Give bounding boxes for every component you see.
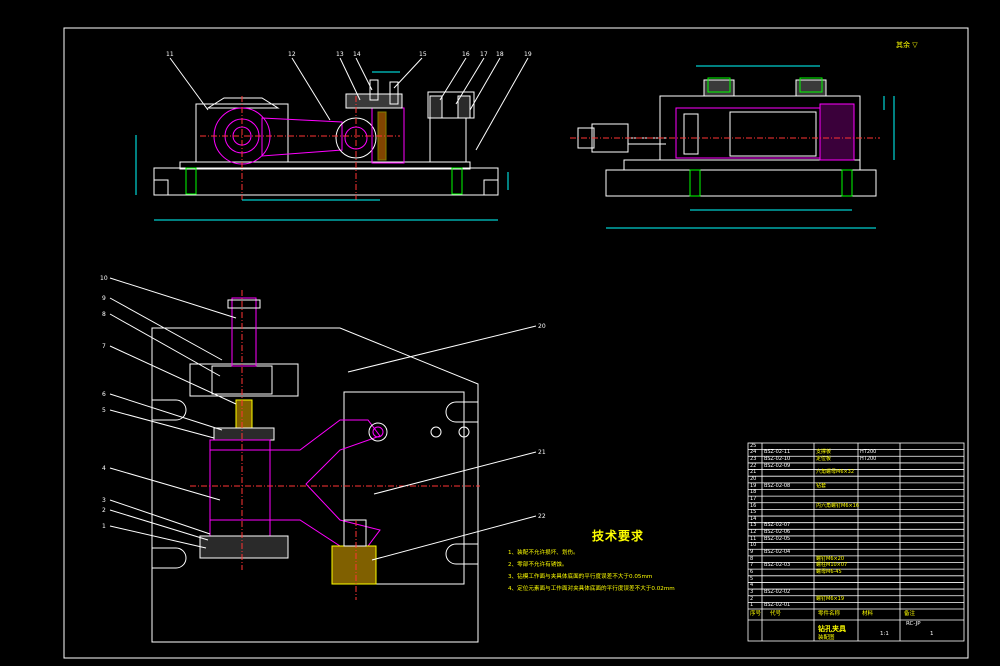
bom-cell-no: 18 — [750, 489, 757, 496]
bom-cell-code: BSZ-02-07 — [764, 522, 791, 529]
balloon-10: 10 — [100, 275, 108, 282]
bom-cell-no: 19 — [750, 482, 757, 489]
balloon-14: 14 — [353, 51, 361, 58]
bom-cell-no: 7 — [750, 562, 754, 569]
bom-cell-name: 螺柱M10×07 — [816, 562, 848, 569]
bom-cell-no: 6 — [750, 568, 754, 575]
bom-cell-name: 定位板 — [816, 456, 832, 463]
balloon-20: 20 — [538, 323, 546, 330]
bom-cell-no: 10 — [750, 542, 757, 549]
bom-cell-code: BSZ-02-02 — [764, 588, 791, 595]
drawing-title: 钻孔夹具 — [818, 625, 846, 633]
tech-requirement-1: 1、装配不允许损坏、划伤。 — [508, 550, 579, 556]
bom-cell-material: HT200 — [860, 456, 877, 463]
tech-requirement-4: 4、定位元素面与工作面对夹具体底面的平行度误差不大于0.02mm — [508, 586, 675, 592]
bom-cell-code: BSZ-02-08 — [764, 482, 791, 489]
balloon-11: 11 — [166, 51, 174, 58]
cad-drawing-canvas: 11 12 13 14 15 16 17 18 19 10 9 8 7 6 5 … — [0, 0, 1000, 666]
bom-cell-code: BSZ-02-04 — [764, 549, 791, 556]
bom-cell-code: BSZ-02-03 — [764, 562, 791, 569]
tech-requirement-2: 2、零部不允许有锈蚀。 — [508, 562, 568, 568]
bom-cell-no: 20 — [750, 476, 757, 482]
roughness-note: 其余 ▽ — [896, 41, 918, 49]
bom-cell-no: 15 — [750, 509, 757, 516]
bom-cell-no: 24 — [750, 449, 757, 456]
plan-base-plate — [151, 327, 479, 643]
bom-cell-no: 13 — [750, 522, 757, 529]
bom-header-material: 材料 — [862, 611, 874, 617]
bom-cell-no: 14 — [750, 515, 757, 522]
bom-cell-no: 1 — [750, 602, 754, 609]
bom-cell-no: 5 — [750, 575, 754, 582]
front-base — [153, 167, 499, 196]
bom-cell-no: 8 — [750, 555, 754, 562]
bom-cell-code: BSZ-02-05 — [764, 535, 791, 542]
balloon-6: 6 — [102, 391, 106, 398]
bom-cell-no: 3 — [750, 588, 754, 595]
bom-cell-no: 17 — [750, 495, 757, 502]
bom-cell-code: BSZ-02-01 — [764, 602, 791, 609]
balloon-5: 5 — [102, 407, 106, 414]
tech-requirement-3: 3、钻模工作面与夹具体底面的平行度误差不大于0.05mm — [508, 574, 653, 580]
front-link-arm — [261, 117, 343, 157]
balloon-19: 19 — [524, 51, 532, 58]
drawing-sheet: 1 — [930, 631, 934, 637]
bom-cell-name: 螺钉M6×19 — [816, 595, 845, 602]
bom-cell-no: 21 — [750, 469, 757, 476]
bom-header-code: 代号 — [770, 611, 782, 617]
balloon-7: 7 — [102, 343, 106, 350]
balloon-12: 12 — [288, 51, 296, 58]
drawing-scale: 1:1 — [880, 631, 889, 637]
side-view — [570, 65, 895, 229]
bom-cell-no: 9 — [750, 549, 754, 556]
balloon-1: 1 — [102, 523, 106, 530]
bom-cell-name: 螺母M6-45 — [816, 568, 842, 575]
bom-cell-material: HT200 — [860, 449, 877, 456]
bom-header-no: 序号 — [750, 611, 762, 617]
balloon-8: 8 — [102, 311, 106, 318]
balloon-3: 3 — [102, 497, 106, 504]
bom-cell-no: 12 — [750, 529, 757, 536]
balloon-22: 22 — [538, 513, 546, 520]
bom-cell-code: BSZ-02-10 — [764, 456, 791, 463]
bom-cell-code: BSZ-02-11 — [764, 449, 791, 456]
plan-view: 10 9 8 7 6 5 4 3 2 1 20 21 22 — [100, 275, 546, 643]
bom-header-remark: 备注 — [904, 611, 916, 617]
bom-cell-code: BSZ-02-06 — [764, 529, 791, 536]
bom-cell-name: 螺钉M6×20 — [816, 555, 845, 562]
tech-requirements-title: 技术要求 — [592, 529, 645, 543]
balloon-15: 15 — [419, 51, 427, 58]
bom-cell-no: 4 — [750, 582, 754, 589]
bom-cell-code: BSZ-02-09 — [764, 462, 791, 469]
balloon-21: 21 — [538, 449, 546, 456]
bom-cell-no: 23 — [750, 456, 757, 463]
balloon-16: 16 — [462, 51, 470, 58]
bom-cell-no: 2 — [750, 595, 754, 602]
bom-cell-name: 钻套 — [816, 482, 827, 489]
bom-cell-no: 22 — [750, 462, 757, 469]
balloon-17: 17 — [480, 51, 488, 58]
balloon-2: 2 — [102, 507, 106, 514]
assembly-drawing: 11 12 13 14 15 16 17 18 19 10 9 8 7 6 5 … — [63, 27, 969, 659]
bom-cell-no: 11 — [750, 535, 757, 542]
balloon-9: 9 — [102, 295, 106, 302]
bom-cell-name: 支撑板 — [816, 449, 832, 456]
bom-header-name: 零件名称 — [818, 611, 841, 617]
balloon-4: 4 — [102, 465, 106, 472]
bom-cell-no: 25 — [750, 442, 757, 449]
drawing-assembly-label: 装配图 — [818, 635, 835, 641]
bom-cell-no: 16 — [750, 502, 757, 509]
balloon-13: 13 — [336, 51, 344, 58]
drawing-number: RC-JP — [906, 621, 921, 627]
side-base — [605, 169, 877, 197]
bom-cell-name: 六角螺母M6×32 — [816, 469, 855, 476]
front-view: 11 12 13 14 15 16 17 18 19 — [135, 51, 532, 221]
balloon-18: 18 — [496, 51, 504, 58]
bom-cell-name: 内六角螺钉M6×16 — [816, 502, 860, 509]
